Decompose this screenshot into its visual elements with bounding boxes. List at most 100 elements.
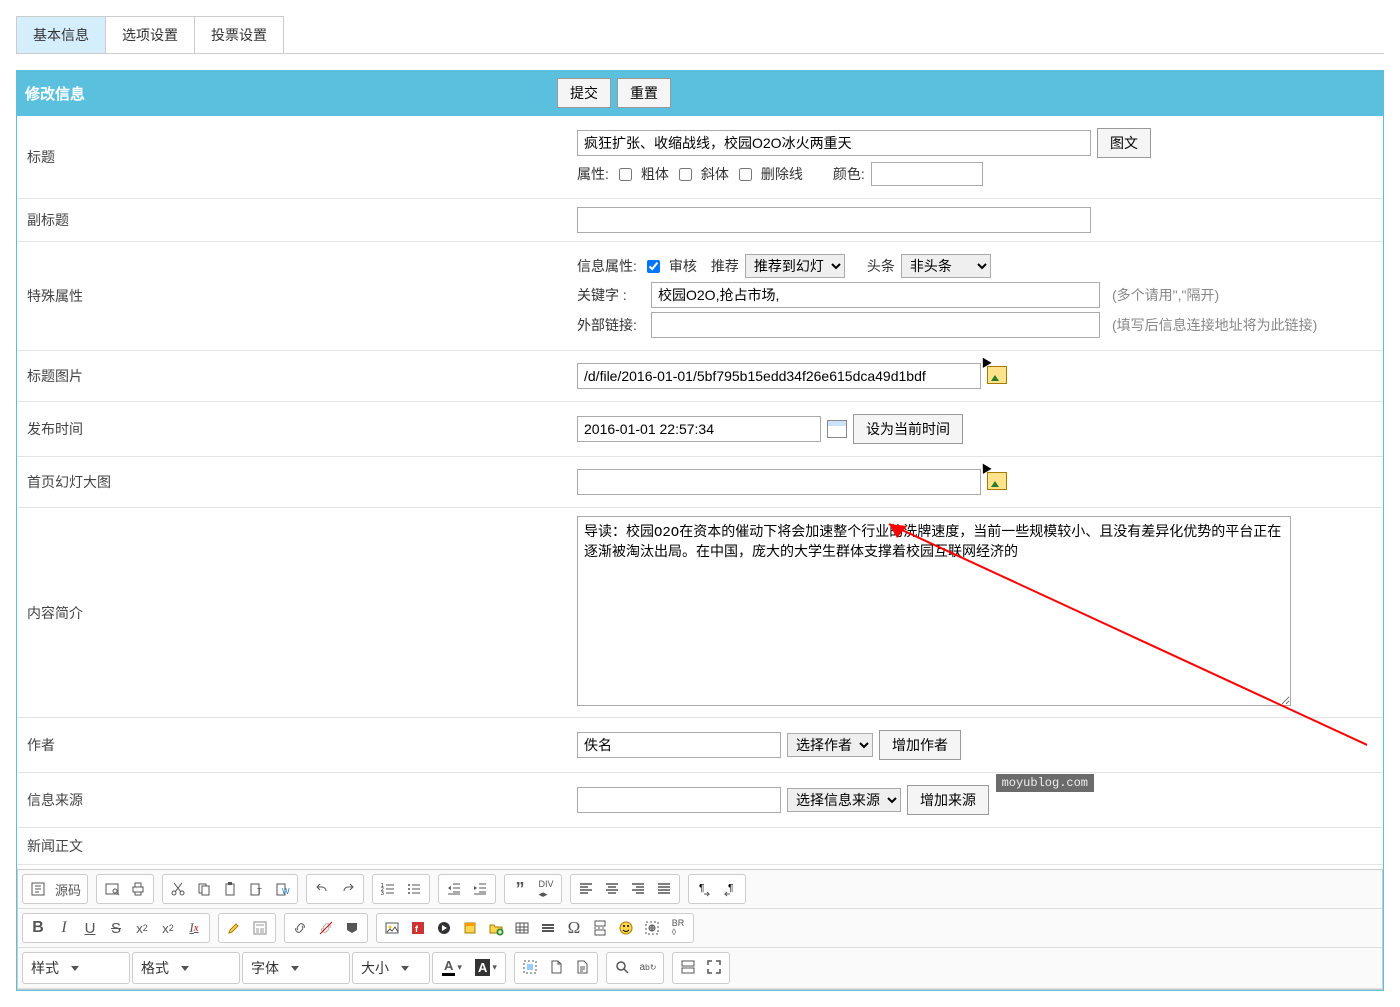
unlink-icon[interactable]: [313, 916, 339, 940]
paste-icon[interactable]: [217, 877, 243, 901]
linebreak-icon[interactable]: BR◊: [665, 916, 691, 940]
template-icon[interactable]: [247, 916, 273, 940]
subtitle-input[interactable]: [577, 207, 1091, 233]
hr-icon[interactable]: [535, 916, 561, 940]
maximize-icon[interactable]: [701, 955, 727, 979]
headline-select[interactable]: 非头条: [901, 254, 991, 278]
extlink-input[interactable]: [651, 312, 1100, 338]
paste-text-icon[interactable]: T: [243, 877, 269, 901]
iframe-icon[interactable]: [639, 916, 665, 940]
source-label: 信息来源: [17, 773, 567, 828]
svg-text:T: T: [257, 887, 262, 896]
format-combo[interactable]: 格式: [132, 952, 240, 984]
titlepic-input[interactable]: [577, 363, 981, 389]
keyword-hint: (多个请用","隔开): [1112, 285, 1219, 305]
slide-input[interactable]: [577, 469, 981, 495]
align-left-icon[interactable]: [573, 877, 599, 901]
image-icon[interactable]: [379, 916, 405, 940]
font-combo[interactable]: 字体: [242, 952, 350, 984]
new-page-icon[interactable]: [543, 955, 569, 979]
panel-title: 修改信息: [25, 83, 557, 104]
title-input[interactable]: [577, 130, 1091, 156]
undo-icon[interactable]: [309, 877, 335, 901]
media-icon[interactable]: [431, 916, 457, 940]
show-blocks-icon[interactable]: [675, 955, 701, 979]
italic-icon[interactable]: I: [51, 916, 77, 940]
recommend-label: 推荐: [711, 256, 739, 276]
copy-icon[interactable]: [191, 877, 217, 901]
image-picker-icon[interactable]: [987, 472, 1007, 490]
submit-button[interactable]: 提交: [557, 78, 611, 108]
link-icon[interactable]: [287, 916, 313, 940]
watermark: moyublog.com: [996, 774, 1094, 792]
table-icon[interactable]: [509, 916, 535, 940]
folder-icon[interactable]: [483, 916, 509, 940]
italic-checkbox[interactable]: [679, 168, 692, 181]
underline-icon[interactable]: U: [77, 916, 103, 940]
doc-props-icon[interactable]: [569, 955, 595, 979]
reset-button[interactable]: 重置: [617, 78, 671, 108]
bold-checkbox[interactable]: [619, 168, 632, 181]
source-select[interactable]: 选择信息来源: [787, 788, 901, 812]
audit-checkbox[interactable]: [647, 260, 660, 273]
subscript-icon[interactable]: x2: [129, 916, 155, 940]
anchor-icon[interactable]: [339, 916, 365, 940]
author-select[interactable]: 选择作者: [787, 733, 873, 757]
source-button[interactable]: 源码: [51, 877, 85, 901]
bullet-list-icon[interactable]: [401, 877, 427, 901]
strikethrough-icon[interactable]: S: [103, 916, 129, 940]
outdent-icon[interactable]: [441, 877, 467, 901]
replace-icon[interactable]: ab↻: [635, 955, 661, 979]
strike-checkbox[interactable]: [739, 168, 752, 181]
tab-vote[interactable]: 投票设置: [195, 16, 284, 53]
select-all-icon[interactable]: [517, 955, 543, 979]
div-icon[interactable]: DIV◂▸: [533, 877, 559, 901]
slide-label: 首页幻灯大图: [17, 457, 567, 508]
indent-icon[interactable]: [467, 877, 493, 901]
intro-textarea[interactable]: 导读：校园O2O在资本的催动下将会加速整个行业的洗牌速度，当前一些规模较小、且没…: [577, 516, 1291, 706]
pagebreak-icon[interactable]: [587, 916, 613, 940]
pubtime-label: 发布时间: [17, 402, 567, 457]
flash-icon[interactable]: f: [405, 916, 431, 940]
align-center-icon[interactable]: [599, 877, 625, 901]
calendar-icon[interactable]: [827, 420, 847, 438]
cut-icon[interactable]: [165, 877, 191, 901]
rtl-icon[interactable]: ¶: [717, 877, 743, 901]
size-combo[interactable]: 大小: [352, 952, 430, 984]
find-icon[interactable]: [609, 955, 635, 979]
title-imgtext-button[interactable]: 图文: [1097, 128, 1151, 158]
specialchar-icon[interactable]: Ω: [561, 916, 587, 940]
align-right-icon[interactable]: [625, 877, 651, 901]
image-picker-icon[interactable]: [987, 366, 1007, 384]
align-justify-icon[interactable]: [651, 877, 677, 901]
headline-label: 头条: [867, 256, 895, 276]
paste-word-icon[interactable]: W: [269, 877, 295, 901]
superscript-icon[interactable]: x2: [155, 916, 181, 940]
keyword-input[interactable]: [651, 282, 1100, 308]
style-combo[interactable]: 样式: [22, 952, 130, 984]
source-icon[interactable]: [25, 877, 51, 901]
redo-icon[interactable]: [335, 877, 361, 901]
ltr-icon[interactable]: ¶: [691, 877, 717, 901]
bold-icon[interactable]: B: [25, 916, 51, 940]
print-icon[interactable]: [125, 877, 151, 901]
add-source-button[interactable]: 增加来源: [907, 785, 989, 815]
recommend-select[interactable]: 推荐到幻灯: [745, 254, 845, 278]
bg-color-icon[interactable]: A▾: [469, 955, 503, 979]
highlight-icon[interactable]: [221, 916, 247, 940]
remove-format-icon[interactable]: Ix: [181, 916, 207, 940]
pubtime-input[interactable]: [577, 416, 821, 442]
numbered-list-icon[interactable]: 123: [375, 877, 401, 901]
tab-options[interactable]: 选项设置: [106, 16, 195, 53]
color-picker[interactable]: [871, 162, 983, 186]
tab-basic[interactable]: 基本信息: [16, 16, 106, 53]
source-input[interactable]: [577, 787, 781, 813]
text-color-icon[interactable]: A▾: [435, 955, 469, 979]
attachment-icon[interactable]: [457, 916, 483, 940]
set-current-time-button[interactable]: 设为当前时间: [853, 414, 963, 444]
author-input[interactable]: [577, 732, 781, 758]
emoji-icon[interactable]: [613, 916, 639, 940]
preview-icon[interactable]: [99, 877, 125, 901]
blockquote-icon[interactable]: ”: [507, 877, 533, 901]
add-author-button[interactable]: 增加作者: [879, 730, 961, 760]
